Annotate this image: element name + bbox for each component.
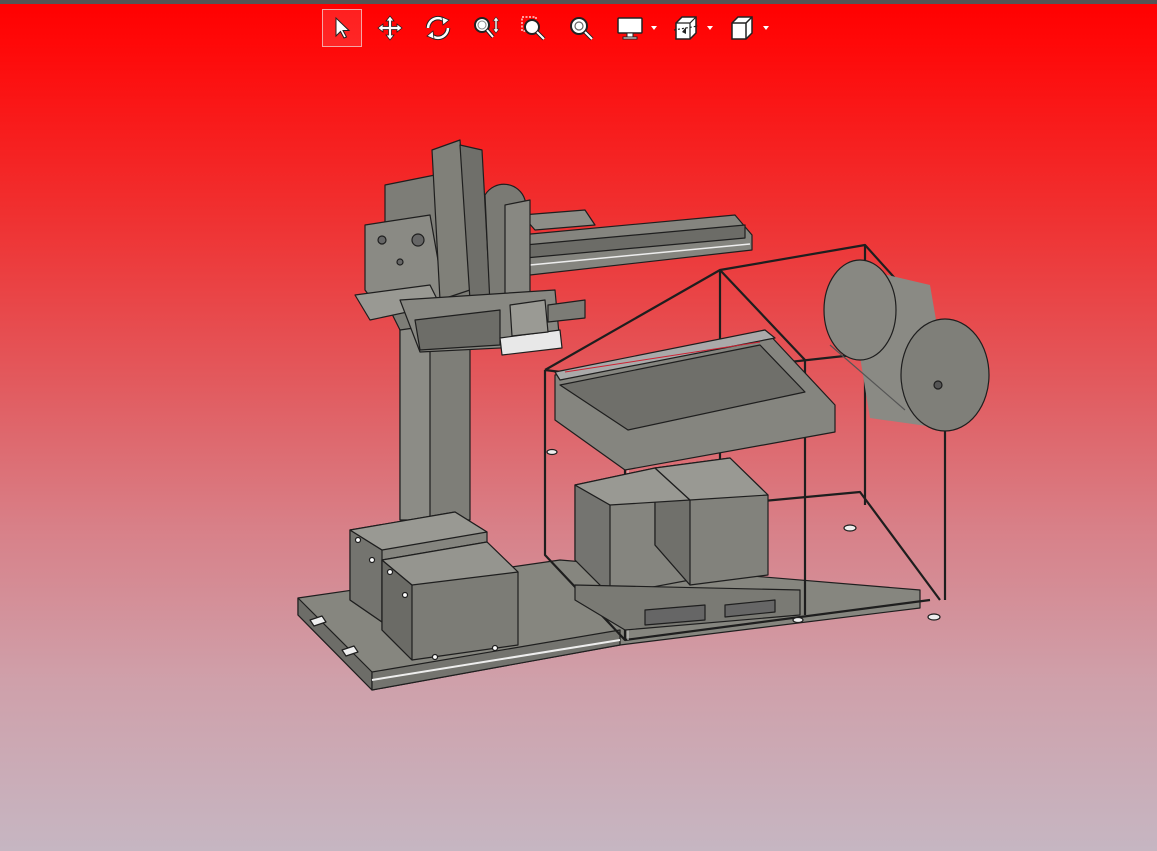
select-arrow-icon [335, 16, 351, 39]
pan-tool-button[interactable] [370, 9, 410, 47]
window-top-border [0, 0, 1157, 4]
display-mode-icon [617, 17, 643, 40]
view-toolbar [322, 8, 778, 48]
conveyor-tray [554, 329, 836, 471]
zoom-window-tool-button[interactable] [514, 9, 554, 47]
view-cube-icon [731, 16, 753, 40]
chevron-down-icon [763, 26, 769, 30]
view-orientation-button[interactable] [722, 9, 762, 47]
section-view-icon [673, 16, 699, 40]
chevron-down-icon [707, 26, 713, 30]
section-view-button[interactable] [666, 9, 706, 47]
right-bins [574, 457, 801, 631]
rotate-tool-button[interactable] [418, 9, 458, 47]
3d-viewport[interactable] [0, 48, 1157, 851]
film-roll [823, 259, 990, 432]
zoom-fit-icon [570, 17, 594, 41]
select-tool-button[interactable] [322, 9, 362, 47]
pan-move-icon [377, 15, 403, 41]
zoom-fit-tool-button[interactable] [562, 9, 602, 47]
zoom-window-icon [521, 16, 546, 41]
gantry-arm [519, 209, 753, 276]
zoom-updown-icon [474, 16, 500, 39]
rotate-icon [425, 15, 451, 41]
display-mode-button[interactable] [610, 9, 650, 47]
cad-model[interactable] [0, 48, 1157, 851]
chevron-down-icon [651, 26, 657, 30]
zoom-updown-tool-button[interactable] [466, 9, 506, 47]
